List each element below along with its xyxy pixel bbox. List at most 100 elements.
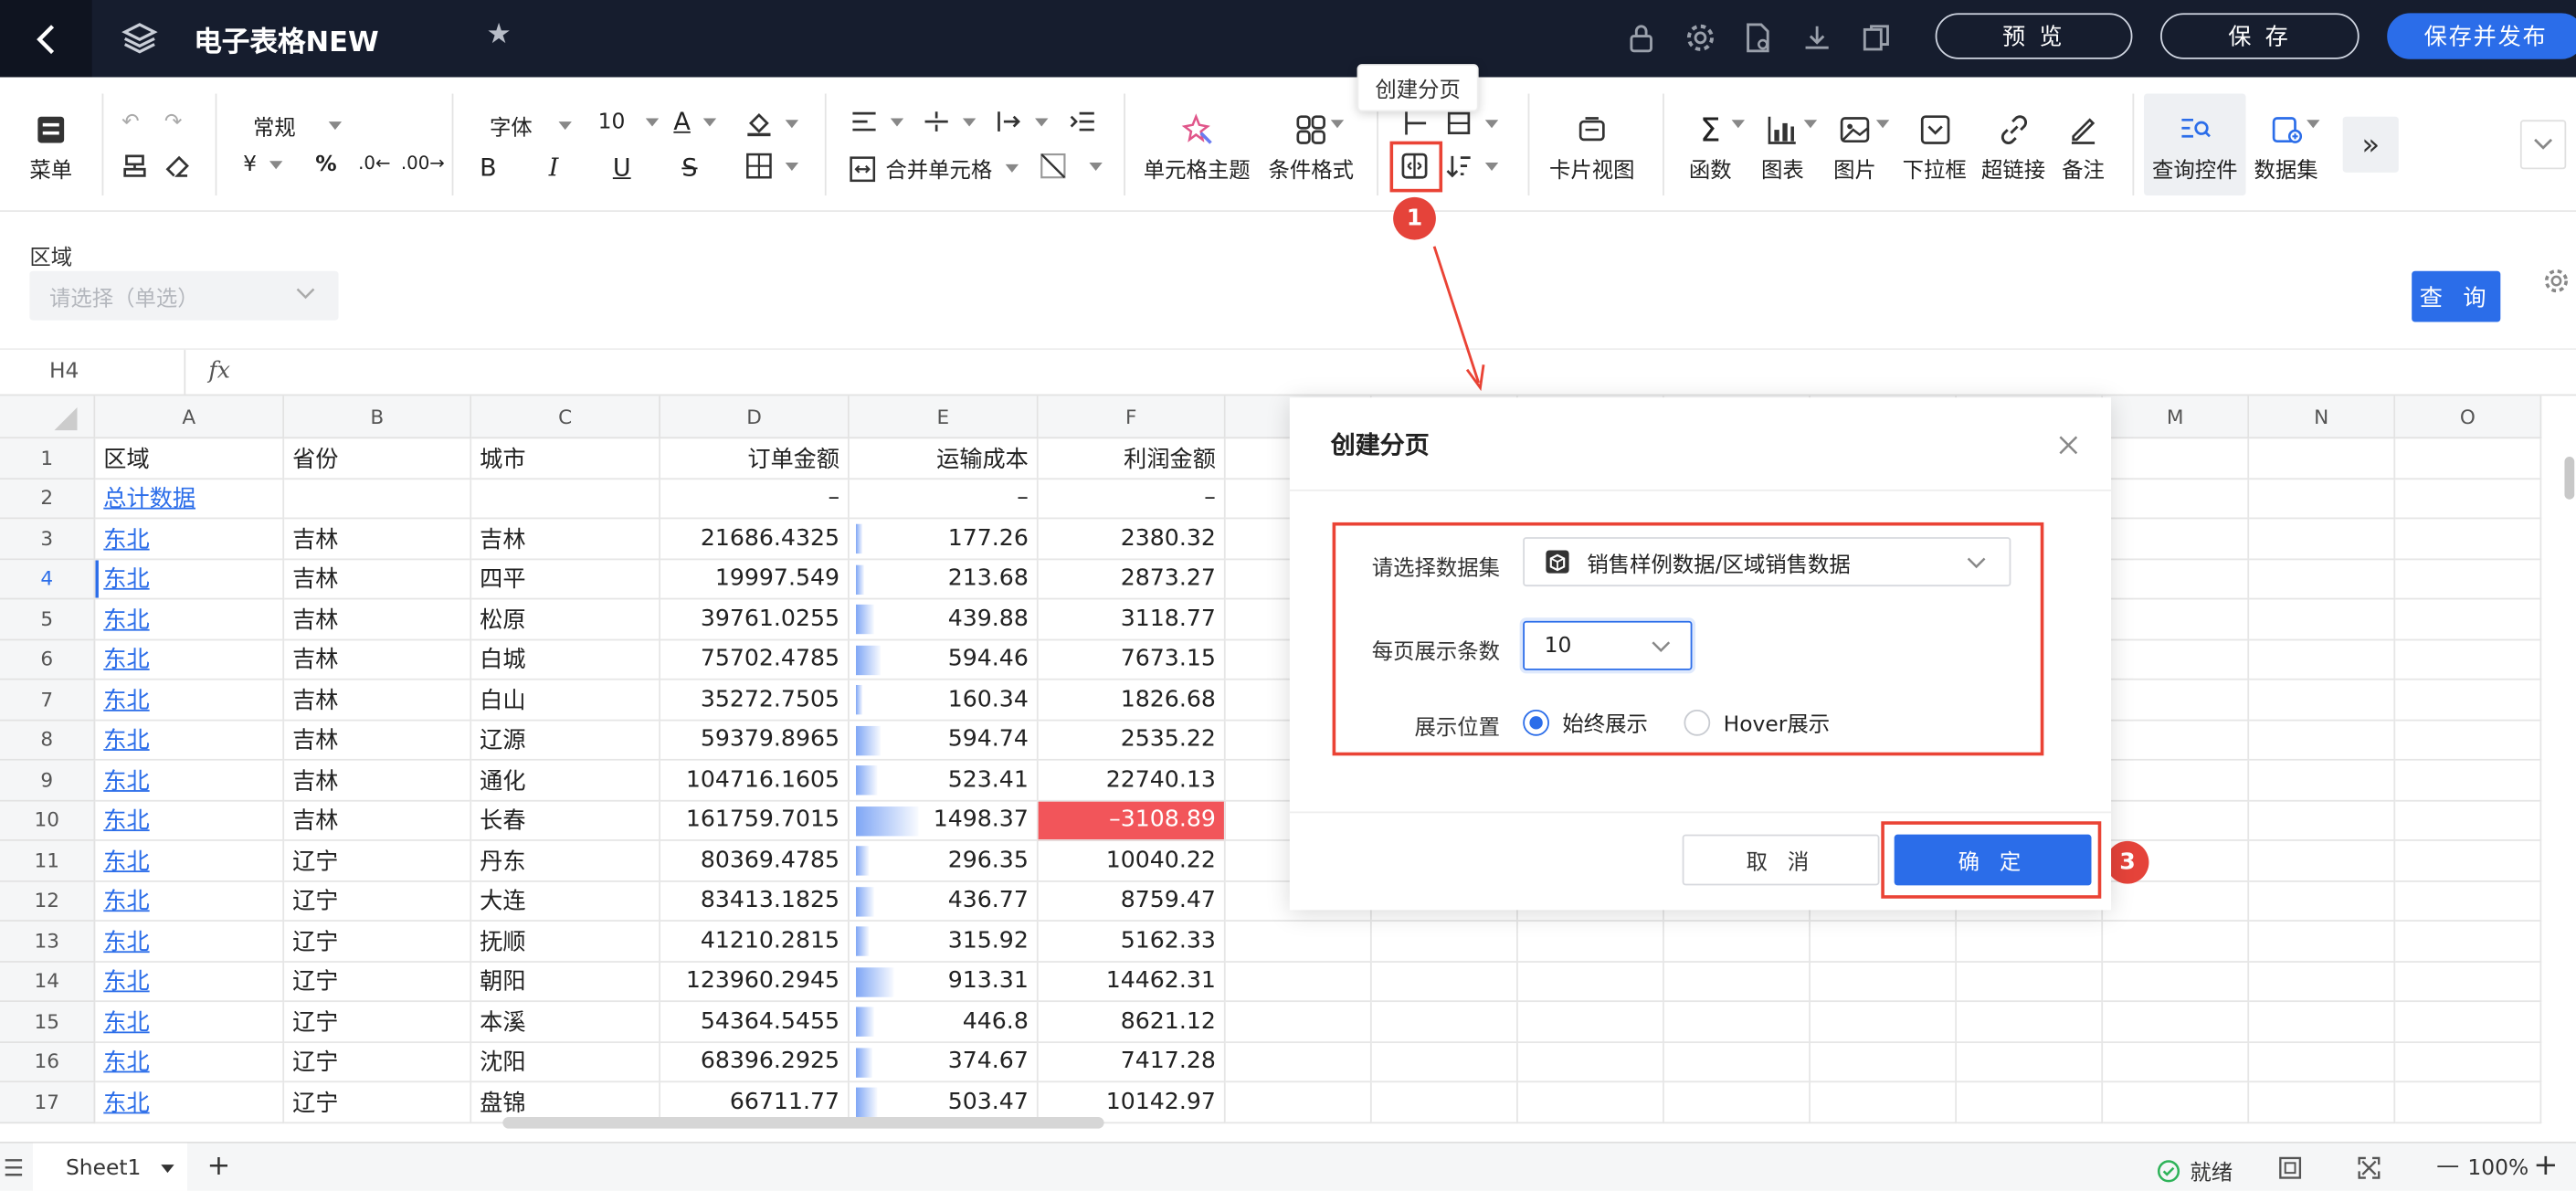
number-format-select[interactable]: 常规 [253,110,343,142]
row-header[interactable]: 4 [0,559,96,600]
cell[interactable]: 东北 [95,921,285,963]
cell[interactable]: 19997.549 [660,559,850,600]
font-family-select[interactable]: 字体 [490,110,572,142]
cell[interactable]: 35272.7505 [660,680,850,721]
cell[interactable] [2103,438,2250,480]
select-all-corner[interactable] [0,395,96,439]
align-horizontal-button[interactable] [851,110,904,132]
row-header[interactable]: 14 [0,962,96,1003]
cell[interactable] [2103,599,2250,640]
cell[interactable]: 吉林 [284,760,472,801]
cell[interactable]: 四平 [471,559,660,600]
cell[interactable]: 14462.31 [1038,962,1226,1003]
cell[interactable]: 东北 [95,599,285,640]
preview-button[interactable]: 预 览 [1935,13,2133,59]
cell[interactable]: 总计数据 [95,479,285,520]
cell[interactable]: 东北 [95,760,285,801]
cell[interactable]: 213.68 [849,559,1039,600]
chart-button[interactable]: 图表 [1761,110,1804,184]
cell[interactable]: 68396.2925 [660,1042,850,1083]
cell[interactable]: 长春 [471,800,660,841]
cell[interactable] [1371,1042,1518,1083]
row-header[interactable]: 5 [0,599,96,640]
sheet-list-icon[interactable]: ☰ [4,1156,25,1183]
row-header[interactable]: 6 [0,639,96,680]
cell[interactable]: 161759.7015 [660,800,850,841]
column-header[interactable]: B [284,395,472,439]
cell[interactable]: 东北 [95,559,285,600]
cell[interactable] [1810,962,1958,1003]
cell[interactable] [1810,1042,1958,1083]
cell[interactable]: 区域 [95,438,285,480]
cell[interactable]: 东北 [95,840,285,881]
increase-decimal-button[interactable]: .0← [358,153,390,174]
cell[interactable] [1663,921,1811,963]
cell[interactable] [2103,921,2250,963]
cell[interactable] [1225,1002,1372,1043]
cell[interactable]: 东北 [95,800,285,841]
cell[interactable]: – [1038,479,1226,520]
row-header[interactable]: 16 [0,1042,96,1083]
diagonal-border-button[interactable] [1040,153,1103,179]
cell[interactable]: 吉林 [284,639,472,680]
merge-cells-button[interactable]: 合并单元格 [850,153,1019,184]
cell[interactable] [2395,519,2542,560]
cell[interactable] [2395,599,2542,640]
row-header[interactable]: 9 [0,760,96,801]
cell[interactable]: 吉林 [284,720,472,761]
cell[interactable]: 订单金额 [660,438,850,480]
card-view-button[interactable]: 卡片视图 [1549,110,1635,184]
cell[interactable] [2395,760,2542,801]
cell[interactable]: – [660,479,850,520]
cell[interactable]: 2535.22 [1038,720,1226,761]
cell[interactable]: 大连 [471,880,660,922]
spreadsheet-grid[interactable]: ABCDEFGHIJKLMNO1区域省份城市订单金额运输成本利润金额2总计数据–… [0,395,2576,1142]
cell[interactable]: 吉林 [284,599,472,640]
file-settings-icon[interactable] [1741,21,1774,54]
cell[interactable]: 436.77 [849,880,1039,922]
cell[interactable] [2103,1042,2250,1083]
column-header[interactable]: F [1038,395,1226,439]
cell[interactable]: 5162.33 [1038,921,1226,963]
cell[interactable] [2249,639,2396,680]
cell[interactable]: 83413.1825 [660,880,850,922]
cancel-button[interactable]: 取 消 [1682,834,1880,886]
cell[interactable] [1810,1082,1958,1123]
cell[interactable] [2395,680,2542,721]
cell[interactable] [2395,559,2542,600]
cell[interactable] [2103,639,2250,680]
radio-hover-show[interactable]: Hover展示 [1684,706,1830,738]
cell[interactable] [2249,720,2396,761]
cell[interactable]: 辽宁 [284,1082,472,1123]
cell[interactable] [2103,1002,2250,1043]
cell[interactable] [1225,1082,1372,1123]
text-direction-button[interactable] [996,110,1049,132]
cell[interactable]: 80369.4785 [660,840,850,881]
cell[interactable]: 东北 [95,680,285,721]
row-header[interactable]: 10 [0,800,96,841]
cell[interactable] [2249,680,2396,721]
cell[interactable]: 东北 [95,1002,285,1043]
add-sheet-button[interactable]: + [207,1150,231,1183]
cell[interactable] [1957,1042,2104,1083]
freeze-button[interactable] [1401,110,1428,136]
cell[interactable] [2103,559,2250,600]
cell[interactable]: 辽宁 [284,921,472,963]
cell[interactable]: 辽宁 [284,962,472,1003]
cell[interactable] [1517,1082,1664,1123]
query-control-button[interactable]: 查询控件 [2152,110,2238,184]
close-icon[interactable] [2057,434,2080,457]
cell[interactable]: 54364.5455 [660,1002,850,1043]
cell[interactable] [2395,1082,2542,1123]
more-tools-button[interactable]: » [2342,116,2399,173]
bold-button[interactable]: B [480,153,497,182]
cell[interactable]: 913.31 [849,962,1039,1003]
cell[interactable]: 523.41 [849,760,1039,801]
column-header[interactable]: N [2249,395,2396,439]
cell[interactable]: 辽宁 [284,1002,472,1043]
column-header[interactable]: C [471,395,660,439]
cell[interactable]: 8759.47 [1038,880,1226,922]
row-header[interactable]: 12 [0,880,96,922]
cell[interactable]: 160.34 [849,680,1039,721]
cell[interactable] [1517,1002,1664,1043]
